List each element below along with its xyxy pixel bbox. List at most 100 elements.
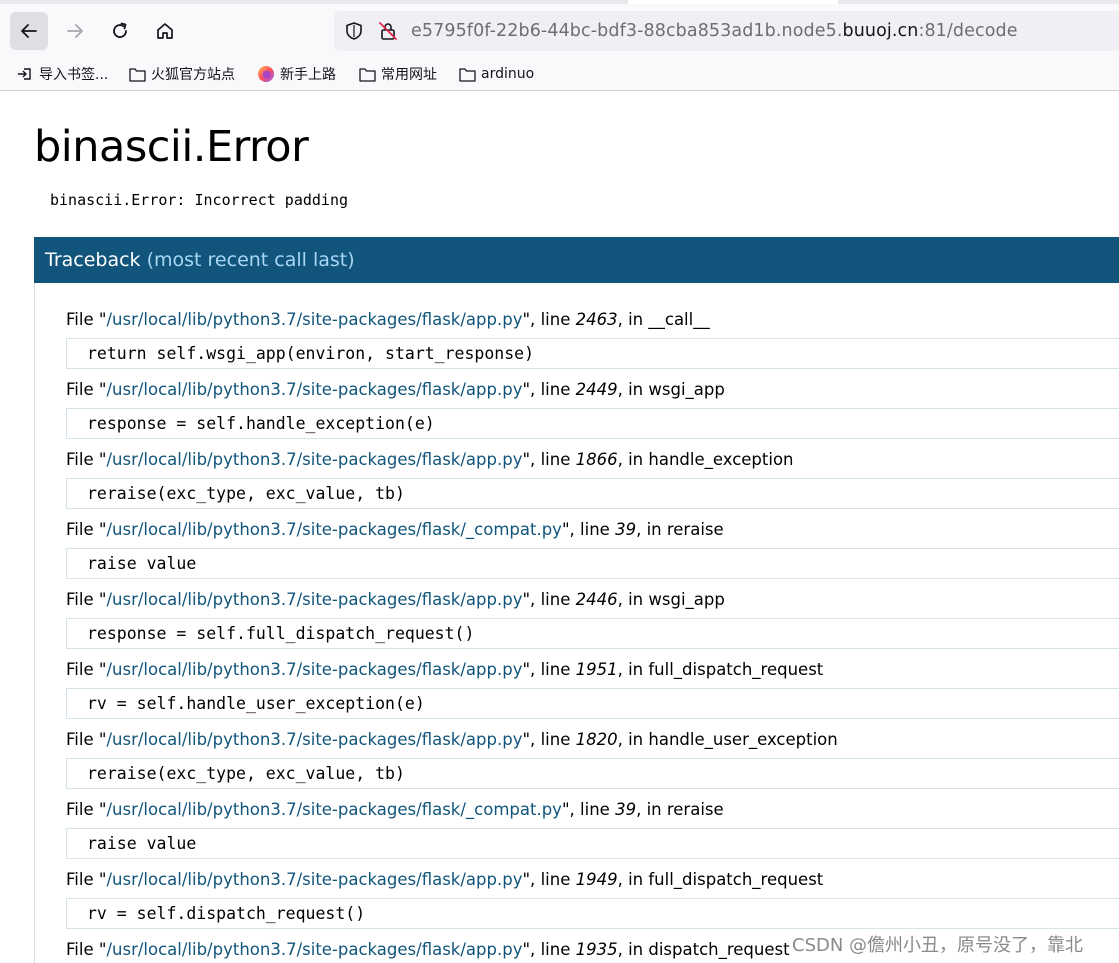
forward-button[interactable]: [56, 12, 94, 50]
active-tab-edge[interactable]: [628, 0, 838, 4]
frame-in-word: , in: [636, 800, 667, 819]
frame-path[interactable]: /usr/local/lib/python3.7/site-packages/f…: [106, 310, 522, 329]
frame-function: handle_user_exception: [648, 730, 838, 749]
frame-line-word: line: [540, 590, 576, 609]
frame-function: wsgi_app: [648, 380, 725, 399]
traceback-frame[interactable]: File "/usr/local/lib/python3.7/site-pack…: [66, 868, 1119, 929]
traceback-frame[interactable]: File "/usr/local/lib/python3.7/site-pack…: [66, 588, 1119, 649]
frame-quote-close: ",: [522, 590, 541, 609]
frame-path[interactable]: /usr/local/lib/python3.7/site-packages/f…: [106, 940, 522, 959]
frame-location: File "/usr/local/lib/python3.7/site-pack…: [66, 588, 1119, 612]
traceback-frame[interactable]: File "/usr/local/lib/python3.7/site-pack…: [66, 518, 1119, 579]
traceback-frame[interactable]: File "/usr/local/lib/python3.7/site-pack…: [66, 448, 1119, 509]
frame-quote-close: ",: [522, 310, 541, 329]
frame-quote-close: ",: [522, 940, 541, 959]
bookmark-label: 常用网址: [381, 67, 437, 83]
url-prefix: e5795f0f-22b6-44bc-bdf3-88cba853ad1b.nod…: [411, 21, 843, 41]
frame-path[interactable]: /usr/local/lib/python3.7/site-packages/f…: [106, 590, 522, 609]
frame-source-line[interactable]: raise value: [66, 548, 1119, 579]
address-bar[interactable]: e5795f0f-22b6-44bc-bdf3-88cba853ad1b.nod…: [334, 11, 1119, 51]
frame-location: File "/usr/local/lib/python3.7/site-pack…: [66, 728, 1119, 752]
frame-line-number: 1935: [575, 940, 618, 959]
frame-in-word: , in: [617, 660, 649, 679]
frame-path[interactable]: /usr/local/lib/python3.7/site-packages/f…: [106, 870, 522, 889]
frame-file-word: File: [66, 520, 99, 539]
frame-source-line[interactable]: response = self.handle_exception(e): [66, 408, 1119, 439]
frame-function: __call__: [648, 310, 710, 329]
traceback-frame[interactable]: File "/usr/local/lib/python3.7/site-pack…: [66, 308, 1119, 369]
frame-path[interactable]: /usr/local/lib/python3.7/site-packages/f…: [106, 800, 562, 819]
traceback-frame[interactable]: File "/usr/local/lib/python3.7/site-pack…: [66, 728, 1119, 789]
frame-line-number: 1820: [575, 730, 618, 749]
folder-icon: [358, 65, 376, 83]
traceback-frame[interactable]: File "/usr/local/lib/python3.7/site-pack…: [66, 378, 1119, 439]
bookmark-ardinuo[interactable]: ardinuo: [458, 63, 534, 85]
frame-in-word: , in: [617, 940, 649, 959]
frame-path[interactable]: /usr/local/lib/python3.7/site-packages/f…: [106, 520, 562, 539]
folder-icon: [128, 65, 146, 83]
traceback-header: Traceback (most recent call last): [34, 237, 1119, 283]
frame-quote-close: ",: [522, 870, 541, 889]
back-button[interactable]: [10, 12, 48, 50]
frame-line-number: 1866: [575, 450, 618, 469]
import-icon: [16, 65, 34, 83]
frame-in-word: , in: [636, 520, 667, 539]
home-button[interactable]: [146, 12, 184, 50]
frame-location: File "/usr/local/lib/python3.7/site-pack…: [66, 448, 1119, 472]
frame-function: reraise: [666, 800, 724, 819]
frame-in-word: , in: [617, 310, 649, 329]
traceback-frame[interactable]: File "/usr/local/lib/python3.7/site-pack…: [66, 798, 1119, 859]
tab-strip: [0, 0, 1119, 4]
bookmark-label: 火狐官方站点: [151, 67, 235, 83]
bookmark-common-sites[interactable]: 常用网址: [358, 63, 437, 85]
frame-path[interactable]: /usr/local/lib/python3.7/site-packages/f…: [106, 380, 522, 399]
frame-path[interactable]: /usr/local/lib/python3.7/site-packages/f…: [106, 660, 522, 679]
frame-function: wsgi_app: [648, 590, 725, 609]
traceback-body: File "/usr/local/lib/python3.7/site-pack…: [34, 283, 1119, 963]
frame-line-number: 1951: [575, 660, 618, 679]
frame-quote-close: ",: [522, 660, 541, 679]
frame-quote-close: ",: [561, 800, 581, 819]
home-icon: [157, 23, 173, 39]
frame-line-number: 2463: [575, 310, 618, 329]
frame-in-word: , in: [617, 870, 649, 889]
frame-quote-close: ",: [522, 730, 541, 749]
frame-source-line[interactable]: rv = self.dispatch_request(): [66, 898, 1119, 929]
frame-source-line[interactable]: return self.wsgi_app(environ, start_resp…: [66, 338, 1119, 369]
frame-in-word: , in: [617, 450, 649, 469]
frame-function: full_dispatch_request: [648, 870, 824, 889]
frame-function: reraise: [666, 520, 724, 539]
frame-source-line[interactable]: response = self.full_dispatch_request(): [66, 618, 1119, 649]
frame-location: File "/usr/local/lib/python3.7/site-pack…: [66, 868, 1119, 892]
bookmark-label: 新手上路: [280, 67, 336, 83]
traceback-frame[interactable]: File "/usr/local/lib/python3.7/site-pack…: [66, 658, 1119, 719]
frame-path[interactable]: /usr/local/lib/python3.7/site-packages/f…: [106, 450, 522, 469]
frame-path[interactable]: /usr/local/lib/python3.7/site-packages/f…: [106, 730, 522, 749]
frame-line-number: 39: [615, 520, 637, 539]
shield-icon[interactable]: [343, 20, 365, 42]
reload-button[interactable]: [101, 12, 139, 50]
frame-quote-close: ",: [561, 520, 581, 539]
page-title: binascii.Error: [34, 122, 309, 172]
frame-line-word: line: [540, 730, 576, 749]
frame-function: full_dispatch_request: [648, 660, 824, 679]
frame-line-word: line: [580, 800, 616, 819]
watermark: CSDN @儋州小丑，原号没了，靠北: [792, 935, 1084, 956]
frame-source-line[interactable]: reraise(exc_type, exc_value, tb): [66, 478, 1119, 509]
frame-source-line[interactable]: raise value: [66, 828, 1119, 859]
url-domain: buuoj.cn: [842, 21, 919, 41]
frame-function: dispatch_request: [648, 940, 790, 959]
bookmark-getting-started[interactable]: 新手上路: [257, 63, 336, 85]
frame-source-line[interactable]: reraise(exc_type, exc_value, tb): [66, 758, 1119, 789]
url-text[interactable]: e5795f0f-22b6-44bc-bdf3-88cba853ad1b.nod…: [411, 20, 1018, 42]
reload-icon: [113, 22, 127, 38]
insecure-lock-icon[interactable]: [377, 20, 399, 42]
frame-in-word: , in: [617, 380, 649, 399]
frame-quote-close: ",: [522, 450, 541, 469]
frame-source-line[interactable]: rv = self.handle_user_exception(e): [66, 688, 1119, 719]
traceback-subtitle: (most recent call last): [146, 249, 355, 271]
bookmark-firefox-official[interactable]: 火狐官方站点: [128, 63, 235, 85]
frame-in-word: , in: [617, 730, 649, 749]
bookmark-import[interactable]: 导入书签...: [16, 63, 108, 85]
frame-line-number: 2449: [575, 380, 618, 399]
